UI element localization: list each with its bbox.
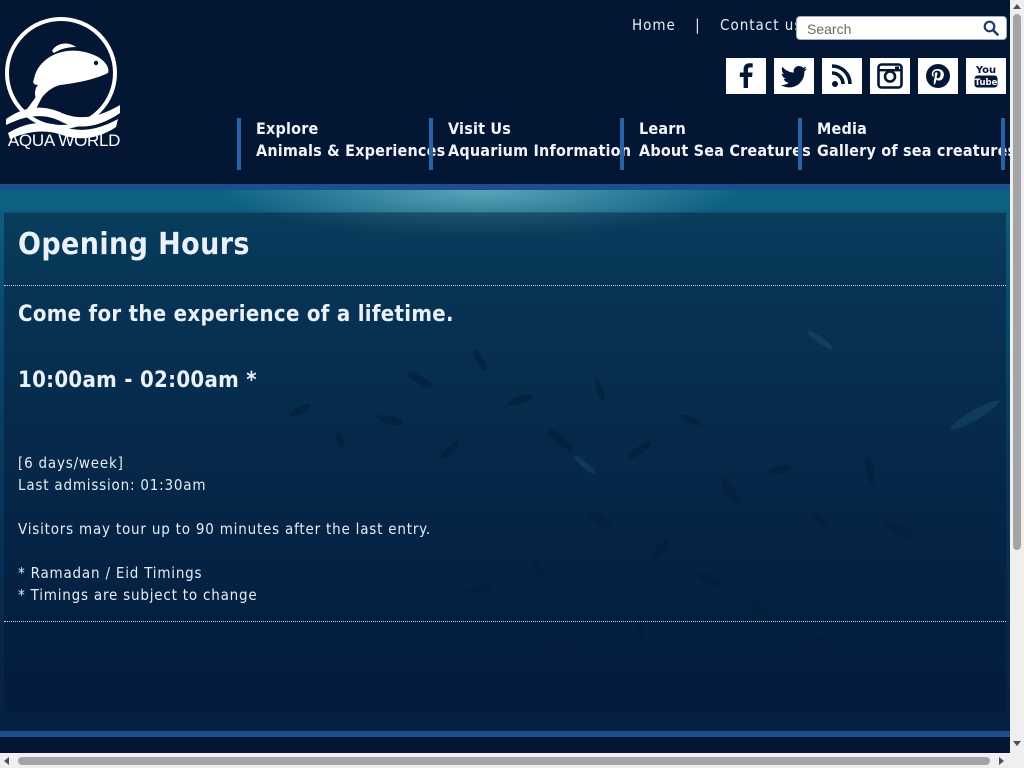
horizontal-scrollbar[interactable] <box>0 753 1010 768</box>
facebook-button[interactable] <box>726 58 766 94</box>
instagram-button[interactable] <box>870 58 910 94</box>
opening-hours-panel: Opening Hours Come for the experience of… <box>4 212 1006 712</box>
instagram-icon <box>877 63 903 89</box>
horizontal-scroll-thumb[interactable] <box>18 757 990 765</box>
scroll-left-icon[interactable] <box>4 757 9 765</box>
rss-icon <box>831 64 852 87</box>
search-input[interactable] <box>805 18 984 40</box>
youtube-icon: You Tube <box>974 65 998 88</box>
contact-us-link[interactable]: Contact us <box>720 16 802 34</box>
nav-title: Media <box>817 119 868 138</box>
facebook-icon <box>739 63 753 88</box>
fish-logo-icon <box>5 17 120 139</box>
nav-item-visit-us[interactable]: Visit Us Aquarium Information <box>429 118 632 170</box>
vertical-scrollbar[interactable] <box>1010 0 1024 768</box>
scroll-up-icon[interactable] <box>1013 4 1021 9</box>
top-links: Home | Contact us <box>632 16 812 34</box>
svg-text:You: You <box>975 65 996 76</box>
ramadan-note: * Ramadan / Eid Timings <box>18 564 203 582</box>
nav-subtitle: Aquarium Information <box>448 141 632 160</box>
vertical-scroll-thumb[interactable] <box>1013 14 1021 550</box>
last-admission: Last admission: 01:30am <box>18 476 207 494</box>
youtube-button[interactable]: You Tube <box>966 58 1006 94</box>
search-box[interactable] <box>796 16 1007 40</box>
page-title: Opening Hours <box>18 227 250 262</box>
site-header: AQUA WORLD Home | Contact us Search You … <box>0 0 1017 186</box>
nav-item-media[interactable]: Media Gallery of sea creatures <box>798 118 1017 170</box>
nav-title: Learn <box>639 119 686 138</box>
pinterest-icon <box>926 64 950 88</box>
nav-item-explore[interactable]: Explore Animals & Experiences <box>237 118 446 170</box>
timing-change-note: * Timings are subject to change <box>18 586 258 604</box>
brand-name[interactable]: AQUA WORLD <box>4 131 124 151</box>
link-separator: | <box>695 16 701 34</box>
tour-note: Visitors may tour up to 90 minutes after… <box>18 520 431 538</box>
nav-title: Visit Us <box>448 119 512 138</box>
scroll-right-icon[interactable] <box>999 757 1004 765</box>
nav-subtitle: Gallery of sea creatures <box>817 141 1017 160</box>
nav-subtitle: Animals & Experiences <box>256 141 446 160</box>
search-icon[interactable] <box>983 20 999 40</box>
svg-text:Tube: Tube <box>975 78 998 88</box>
nav-subtitle: About Sea Creatures <box>639 141 811 160</box>
days-per-week: [6 days/week] <box>18 454 124 472</box>
divider <box>4 285 1006 286</box>
nav-item-learn[interactable]: Learn About Sea Creatures <box>620 118 811 170</box>
rss-button[interactable] <box>822 58 862 94</box>
scroll-down-icon[interactable] <box>1013 741 1021 746</box>
home-link[interactable]: Home <box>632 16 676 34</box>
nav-divider <box>1001 118 1005 170</box>
tagline: Come for the experience of a lifetime. <box>18 302 454 327</box>
twitter-button[interactable] <box>774 58 814 94</box>
pinterest-button[interactable] <box>918 58 958 94</box>
site-footer <box>0 737 1010 753</box>
twitter-icon <box>780 66 807 88</box>
divider <box>4 621 1006 622</box>
opening-hours: 10:00am - 02:00am * <box>18 368 257 393</box>
nav-title: Explore <box>256 119 319 138</box>
